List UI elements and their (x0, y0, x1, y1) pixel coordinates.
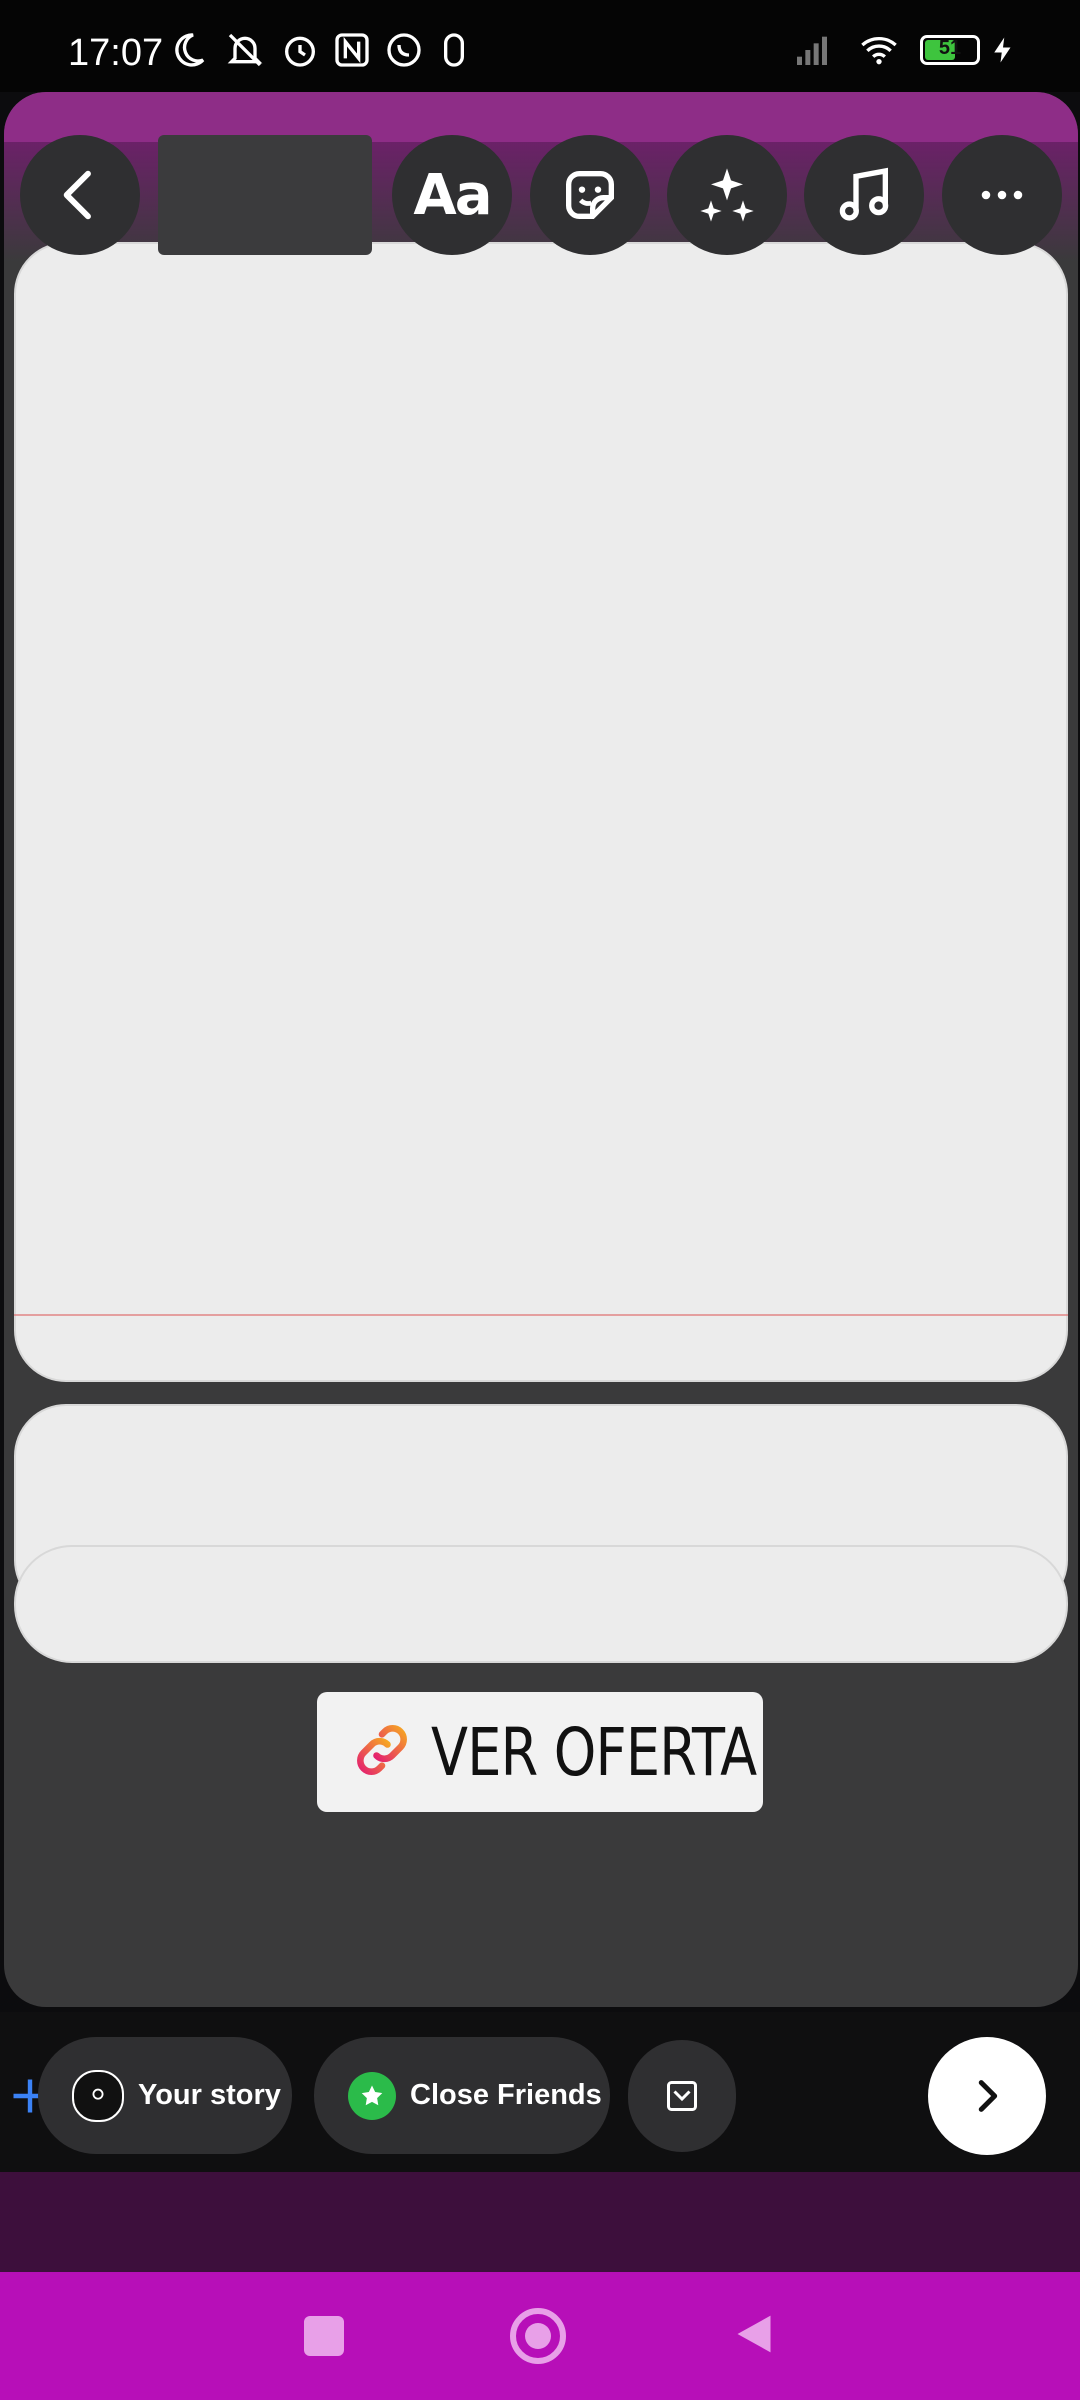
divider-line (14, 1314, 1068, 1316)
home-circle-icon (525, 2323, 551, 2349)
battery-icon: 51 (914, 30, 986, 70)
charging-icon (988, 30, 1018, 70)
moon-icon (166, 30, 210, 70)
bell-off-icon (222, 30, 268, 70)
your-story-label: Your story (138, 2079, 281, 2111)
select-toggle-button[interactable] (628, 2040, 736, 2152)
music-icon (839, 167, 889, 221)
checkbox-icon (667, 2081, 697, 2111)
story-canvas[interactable]: VER OFERTA (4, 92, 1078, 2007)
status-time: 17:07 (68, 32, 164, 74)
nfc-icon (330, 30, 374, 70)
effects-button[interactable] (667, 135, 787, 255)
sparkles-icon (700, 168, 754, 222)
link-icon (349, 1717, 415, 1788)
avatar (72, 2069, 124, 2122)
wifi-icon (852, 30, 906, 70)
back-icon (63, 170, 91, 220)
back-nav-button[interactable] (732, 2310, 776, 2363)
music-button[interactable] (804, 135, 924, 255)
close-friends-button[interactable]: Close Friends (314, 2037, 610, 2154)
nav-bar (0, 2272, 1080, 2400)
toolbar-spacer (158, 135, 372, 255)
sticker-button[interactable] (530, 135, 650, 255)
signal-icon (780, 30, 844, 70)
your-story-button[interactable]: Your story (38, 2037, 292, 2154)
bottom-band (0, 2172, 1080, 2272)
text-tool-button[interactable]: Aa (392, 135, 512, 255)
alarm-icon (278, 30, 322, 70)
back-triangle-icon (737, 2315, 771, 2352)
sim-icon (434, 30, 474, 70)
close-friends-label: Close Friends (410, 2079, 602, 2111)
link-sticker[interactable]: VER OFERTA (317, 1692, 763, 1812)
more-button[interactable] (942, 135, 1062, 255)
whatsapp-icon (382, 30, 426, 70)
content-card-third (14, 1545, 1068, 1663)
star-icon (348, 2071, 396, 2120)
home-button[interactable] (510, 2308, 566, 2364)
link-sticker-label: VER OFERTA (431, 1713, 757, 1791)
chevron-right-icon (978, 2080, 998, 2112)
next-button[interactable] (928, 2037, 1046, 2155)
content-card-main (14, 242, 1068, 1382)
more-icon (981, 190, 1023, 200)
sticker-icon (566, 171, 614, 219)
battery-level: 51 (938, 37, 962, 59)
text-tool-label: Aa (413, 162, 492, 228)
recents-button[interactable] (304, 2316, 344, 2356)
back-button[interactable] (20, 135, 140, 255)
